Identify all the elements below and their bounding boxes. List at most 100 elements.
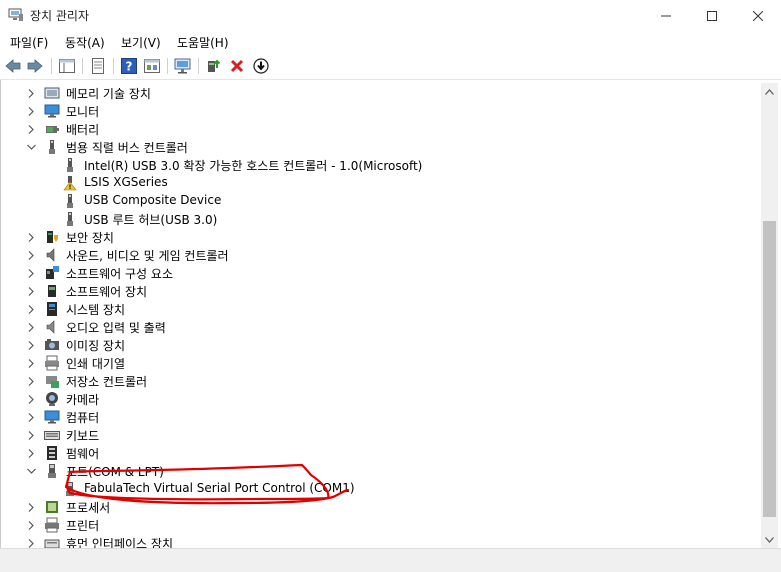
expand-toggle-closed[interactable] — [26, 354, 36, 372]
properties-icon — [92, 58, 104, 74]
tree-category[interactable]: 메모리 기술 장치 — [4, 84, 761, 102]
expand-toggle-closed[interactable] — [26, 264, 36, 282]
properties-button[interactable] — [89, 57, 107, 75]
tree-item-label: 시스템 장치 — [66, 303, 126, 317]
disable-device-button[interactable] — [252, 57, 270, 75]
chevron-right-icon — [28, 304, 34, 314]
tree-device[interactable]: Intel(R) USB 3.0 확장 가능한 호스트 컨트롤러 - 1.0(M… — [4, 156, 761, 174]
tree-item-label: 펌웨어 — [66, 447, 100, 461]
expand-toggle-closed[interactable] — [26, 120, 36, 138]
tree-item-label: 메모리 기술 장치 — [66, 87, 151, 101]
maximize-button[interactable] — [689, 0, 735, 31]
scroll-down-button[interactable] — [761, 531, 778, 548]
chevron-right-icon — [28, 286, 34, 296]
tree-device[interactable]: LSIS XGSeries — [4, 174, 761, 192]
expand-toggle-closed[interactable] — [26, 372, 36, 390]
tree-category[interactable]: 프린터 — [4, 516, 761, 534]
close-button[interactable] — [735, 0, 781, 31]
tree-item-label: 범용 직렬 버스 컨트롤러 — [66, 141, 188, 155]
minimize-icon — [661, 15, 671, 16]
expand-toggle-open[interactable] — [26, 138, 36, 156]
expand-toggle-closed[interactable] — [26, 390, 36, 408]
expand-toggle-closed[interactable] — [26, 282, 36, 300]
tree-item-label: 키보드 — [66, 429, 100, 443]
tree-category[interactable]: 휴먼 인터페이스 장치 — [4, 534, 761, 548]
tree-device[interactable]: USB 루트 허브(USB 3.0) — [4, 210, 761, 228]
tree-category[interactable]: 시스템 장치 — [4, 300, 761, 318]
expand-toggle-closed[interactable] — [26, 426, 36, 444]
tree-category[interactable]: 이미징 장치 — [4, 336, 761, 354]
minimize-button[interactable] — [643, 0, 689, 31]
imaging-icon — [44, 337, 60, 353]
expand-toggle-closed[interactable] — [26, 444, 36, 462]
expand-toggle-closed[interactable] — [26, 498, 36, 516]
tree-category[interactable]: 인쇄 대기열 — [4, 354, 761, 372]
help-icon: ? — [121, 58, 137, 74]
tree-category[interactable]: 범용 직렬 버스 컨트롤러 — [4, 138, 761, 156]
tree-category[interactable]: 소프트웨어 구성 요소 — [4, 264, 761, 282]
uninstall-device-button[interactable] — [228, 57, 246, 75]
expand-toggle-closed[interactable] — [26, 318, 36, 336]
tree-item-label: 사운드, 비디오 및 게임 컨트롤러 — [66, 249, 229, 263]
menu-file[interactable]: 파일(F) — [10, 34, 48, 51]
battery-icon — [44, 121, 60, 137]
system-device-icon — [44, 301, 60, 317]
tree-category[interactable]: 카메라 — [4, 390, 761, 408]
menu-help[interactable]: 도움말(H) — [177, 34, 229, 51]
tree-item-label: 보안 장치 — [66, 231, 114, 245]
tree-category[interactable]: 펌웨어 — [4, 444, 761, 462]
toolbar-separator — [113, 58, 114, 74]
menu-action[interactable]: 동작(A) — [65, 34, 105, 51]
scroll-up-button[interactable] — [761, 83, 778, 100]
back-button[interactable] — [4, 57, 22, 75]
show-hide-console-button[interactable] — [58, 57, 76, 75]
tree-category[interactable]: 오디오 입력 및 출력 — [4, 318, 761, 336]
tree-category[interactable]: 소프트웨어 장치 — [4, 282, 761, 300]
chevron-right-icon — [28, 232, 34, 242]
tree-category[interactable]: 포트(COM & LPT) — [4, 462, 761, 480]
usb-icon — [44, 139, 60, 155]
expand-toggle-open[interactable] — [26, 462, 36, 480]
expand-toggle-closed[interactable] — [26, 516, 36, 534]
tree-item-label: 프로세서 — [66, 501, 111, 515]
expand-toggle-closed[interactable] — [26, 84, 36, 102]
tree-category[interactable]: 프로세서 — [4, 498, 761, 516]
tree-category[interactable]: 배터리 — [4, 120, 761, 138]
vertical-scrollbar[interactable] — [761, 83, 778, 548]
software-device-icon — [44, 283, 60, 299]
audio-icon — [44, 319, 60, 335]
uninstall-icon — [230, 59, 244, 73]
tree-item-label: Intel(R) USB 3.0 확장 가능한 호스트 컨트롤러 - 1.0(M… — [84, 159, 423, 173]
status-bar — [0, 548, 781, 572]
expand-toggle-closed[interactable] — [26, 408, 36, 426]
chevron-right-icon — [28, 124, 34, 134]
tree-category[interactable]: 키보드 — [4, 426, 761, 444]
device-tree[interactable]: 메모리 기술 장치 모니터 배터리범용 직렬 버스 컨트롤러 Intel(R) USB… — [4, 83, 761, 548]
tree-item-label: 저장소 컨트롤러 — [66, 375, 148, 389]
tree-device[interactable]: FabulaTech Virtual Serial Port Control (… — [4, 480, 761, 498]
expand-toggle-closed[interactable] — [26, 102, 36, 120]
help-button[interactable]: ? — [120, 57, 138, 75]
expand-toggle-closed[interactable] — [26, 228, 36, 246]
tree-item-label: FabulaTech Virtual Serial Port Control (… — [84, 481, 355, 495]
security-device-icon — [44, 229, 60, 245]
chevron-right-icon — [28, 250, 34, 260]
menu-view[interactable]: 보기(V) — [121, 34, 161, 51]
view-toggle-button[interactable] — [143, 57, 161, 75]
tree-category[interactable]: 보안 장치 — [4, 228, 761, 246]
scroll-thumb[interactable] — [763, 221, 776, 517]
tree-category[interactable]: 모니터 — [4, 102, 761, 120]
scan-hardware-button[interactable] — [174, 57, 192, 75]
expand-toggle-closed[interactable] — [26, 246, 36, 264]
tree-category[interactable]: 저장소 컨트롤러 — [4, 372, 761, 390]
chevron-up-icon — [765, 88, 774, 95]
expand-toggle-closed[interactable] — [26, 336, 36, 354]
update-driver-button[interactable] — [205, 57, 223, 75]
tree-category[interactable]: 사운드, 비디오 및 게임 컨트롤러 — [4, 246, 761, 264]
expand-toggle-closed[interactable] — [26, 534, 36, 548]
chevron-right-icon — [28, 538, 34, 548]
tree-category[interactable]: 컴퓨터 — [4, 408, 761, 426]
expand-toggle-closed[interactable] — [26, 300, 36, 318]
forward-button[interactable] — [26, 57, 44, 75]
tree-device[interactable]: USB Composite Device — [4, 192, 761, 210]
